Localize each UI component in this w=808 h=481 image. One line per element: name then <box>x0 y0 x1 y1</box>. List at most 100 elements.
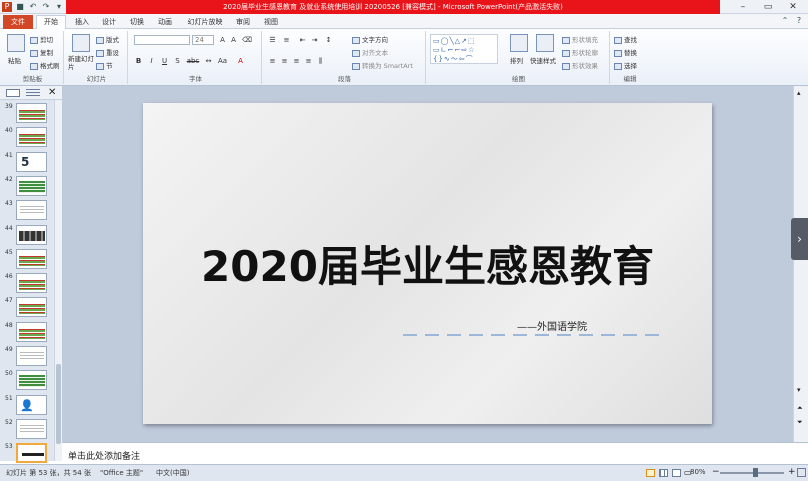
slide-thumbnail[interactable] <box>16 418 47 439</box>
tab-transitions[interactable]: 切换 <box>125 16 149 28</box>
thumbnail-scrollbar[interactable] <box>54 100 62 461</box>
shape-outline-button[interactable]: 形状轮廓 <box>562 47 598 57</box>
tab-animations[interactable]: 动画 <box>153 16 177 28</box>
new-slide-button[interactable]: 新建幻灯片 <box>68 55 94 71</box>
close-button[interactable]: ✕ <box>780 0 806 14</box>
slide-subtitle[interactable]: ——外国语学院 <box>517 318 587 333</box>
tab-file[interactable]: 文件 <box>3 15 33 29</box>
italic-button[interactable]: I <box>147 57 156 66</box>
select-button[interactable]: 选择 <box>614 60 637 70</box>
align-left-icon[interactable]: ≡ <box>268 57 277 66</box>
layout-button[interactable]: 版式 <box>96 34 119 44</box>
grow-font-icon[interactable]: A <box>218 36 227 45</box>
language-indicator[interactable]: 中文(中国) <box>156 468 189 478</box>
font-name-select[interactable] <box>134 35 190 45</box>
quick-styles-button[interactable]: 快速样式 <box>530 55 556 65</box>
slide-sorter-icon[interactable] <box>659 469 668 477</box>
theme-name[interactable]: "Office 主题" <box>100 468 143 478</box>
text-direction-button[interactable]: 文字方向 <box>352 34 388 44</box>
smartart-button[interactable]: 转换为 SmartArt <box>352 60 413 70</box>
align-right-icon[interactable]: ≡ <box>292 57 301 66</box>
slide-thumbnail[interactable] <box>16 346 47 366</box>
line-spacing-icon[interactable]: ↕ <box>324 36 333 45</box>
slide-thumbnail[interactable] <box>16 103 47 123</box>
slide-thumbnail-row[interactable]: 45 <box>0 248 62 272</box>
zoom-slider[interactable] <box>720 472 784 474</box>
slide-thumbnail[interactable] <box>16 443 47 464</box>
justify-icon[interactable]: ≡ <box>304 57 313 66</box>
reading-view-icon[interactable] <box>672 469 681 477</box>
slide-thumbnail-row[interactable]: 49 <box>0 345 62 369</box>
thumbnail-scroll-thumb[interactable] <box>56 364 61 444</box>
slide-thumbnail-row[interactable]: 46 <box>0 272 62 296</box>
powerpoint-app-icon[interactable]: P <box>2 2 12 12</box>
paste-icon[interactable] <box>7 34 25 52</box>
redo-icon[interactable]: ↷ <box>41 2 51 12</box>
maximize-button[interactable]: ▭ <box>755 0 781 14</box>
slide-thumbnail-row[interactable]: 39 <box>0 102 62 126</box>
ribbon-collapse-icon[interactable]: ⌃ <box>780 16 790 26</box>
slide-thumbnail[interactable] <box>16 273 47 294</box>
slide-nav-chevron-icon[interactable]: › <box>791 218 808 260</box>
slide-thumbnail-row[interactable]: 52 <box>0 418 62 442</box>
align-center-icon[interactable]: ≡ <box>280 57 289 66</box>
bold-button[interactable]: B <box>134 57 143 66</box>
slide-thumbnail-row[interactable]: 48 <box>0 321 62 345</box>
slide-thumbnail[interactable] <box>16 321 47 342</box>
arrange-button[interactable]: 排列 <box>510 55 523 65</box>
undo-icon[interactable]: ↶ <box>28 2 38 12</box>
current-slide[interactable]: 2020届毕业生感恩教育 ——外国语学院 <box>143 103 712 424</box>
slide-thumbnail[interactable]: 5 <box>16 151 47 172</box>
shadow-button[interactable]: S <box>173 57 182 66</box>
tab-insert[interactable]: 插入 <box>70 16 94 28</box>
cut-button[interactable]: 剪切 <box>30 34 53 44</box>
zoom-out-icon[interactable]: − <box>712 467 720 477</box>
close-pane-icon[interactable]: ✕ <box>48 86 56 100</box>
find-button[interactable]: 查找 <box>614 34 637 44</box>
new-slide-icon[interactable] <box>72 34 90 52</box>
format-painter-button[interactable]: 格式刷 <box>30 60 60 70</box>
save-icon[interactable]: ■ <box>15 2 25 12</box>
char-spacing-icon[interactable]: ↔ <box>204 57 213 66</box>
prev-slide-icon[interactable]: ⏶ <box>797 404 803 413</box>
slide-thumbnail-row[interactable]: 41 5 <box>0 151 62 175</box>
columns-icon[interactable]: ⫼ <box>316 57 325 66</box>
zoom-in-icon[interactable]: + <box>788 467 796 477</box>
minimize-button[interactable]: – <box>730 0 756 14</box>
slide-thumbnail[interactable] <box>16 224 47 245</box>
slide-thumbnail-row[interactable]: 42 <box>0 175 62 199</box>
tab-design[interactable]: 设计 <box>97 16 121 28</box>
zoom-level[interactable]: 80% <box>690 468 706 476</box>
slide-thumbnail[interactable] <box>16 200 47 221</box>
slide-thumbnail-row[interactable]: 53 <box>0 442 62 466</box>
shape-effects-button[interactable]: 形状效果 <box>562 60 598 70</box>
outline-tab-icon[interactable] <box>26 89 40 97</box>
tab-slideshow[interactable]: 幻灯片放映 <box>184 16 226 28</box>
align-text-button[interactable]: 对齐文本 <box>352 47 388 57</box>
shrink-font-icon[interactable]: A <box>229 36 238 45</box>
font-size-select[interactable]: 24 <box>192 35 214 45</box>
help-icon[interactable]: ? <box>794 16 804 26</box>
tab-review[interactable]: 审阅 <box>231 16 255 28</box>
scroll-down-icon[interactable]: ▾ <box>797 386 801 394</box>
underline-button[interactable]: U <box>160 57 169 66</box>
next-slide-icon[interactable]: ⏷ <box>797 418 803 427</box>
slide-thumbnail-row[interactable]: 47 <box>0 296 62 320</box>
slide-vertical-scrollbar[interactable]: ▴ ▾ ⏶ ⏷ <box>793 86 808 442</box>
numbering-icon[interactable]: ≡ <box>282 36 291 45</box>
change-case-icon[interactable]: Aa <box>218 57 227 66</box>
slide-thumbnail-row[interactable]: 40 <box>0 126 62 150</box>
section-button[interactable]: 节 <box>96 60 113 70</box>
slide-thumbnail-row[interactable]: 50 <box>0 369 62 393</box>
slides-tab-icon[interactable] <box>6 89 20 97</box>
bullets-icon[interactable]: ☰ <box>268 36 277 45</box>
qat-customize-icon[interactable]: ▾ <box>54 2 64 12</box>
slide-thumbnail[interactable] <box>16 248 47 269</box>
quick-styles-icon[interactable] <box>536 34 554 52</box>
zoom-slider-thumb[interactable] <box>753 468 759 477</box>
slide-thumbnail-row[interactable]: 43 <box>0 199 62 223</box>
scroll-up-icon[interactable]: ▴ <box>797 89 801 97</box>
shape-fill-button[interactable]: 形状填充 <box>562 34 598 44</box>
normal-view-icon[interactable] <box>646 469 655 477</box>
slide-thumbnail-row[interactable]: 44 <box>0 224 62 248</box>
